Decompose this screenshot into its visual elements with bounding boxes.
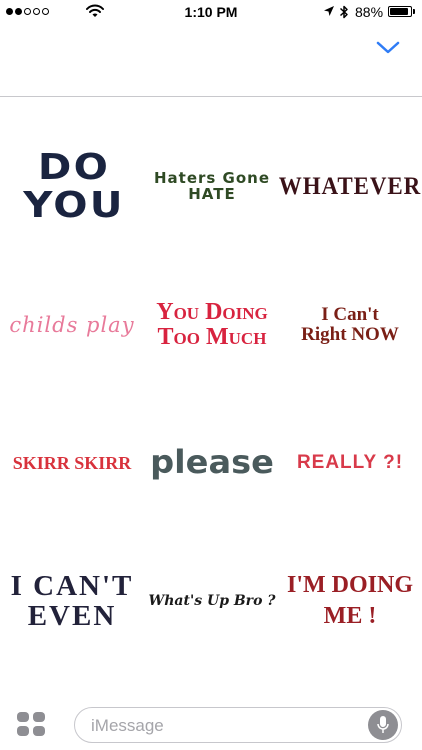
battery-icon	[388, 6, 412, 17]
battery-cap	[413, 9, 415, 14]
sticker-im-doing-me[interactable]: I'M DOING ME !	[280, 551, 420, 651]
microphone-icon	[377, 716, 389, 733]
sticker-i-cant-even[interactable]: I CAN'T EVEN	[2, 551, 142, 651]
sticker-grid: DO YOU Haters Gone HATE WHATEVER childs …	[0, 120, 422, 675]
header-divider	[0, 96, 422, 97]
sticker-childs-play[interactable]: childs play	[2, 275, 142, 375]
bluetooth-icon	[339, 5, 348, 19]
imessage-sticker-screen: 1:10 PM 88% DO YOU Haters Gone HATE WHAT…	[0, 0, 422, 750]
microphone-button[interactable]	[368, 710, 398, 740]
sticker-whatever[interactable]: WHATEVER	[279, 137, 420, 237]
sticker-skirr-skirr[interactable]: SKIRR SKIRR	[2, 413, 142, 513]
sticker-you-doing-too-much[interactable]: You Doing Too Much	[142, 275, 282, 375]
collapse-button[interactable]	[372, 36, 404, 60]
app-drawer-icon	[17, 712, 29, 722]
message-field[interactable]	[74, 707, 402, 744]
chevron-down-icon	[376, 41, 400, 54]
sticker-do-you[interactable]: DO YOU	[0, 137, 152, 237]
app-drawer-button[interactable]	[17, 712, 47, 738]
compose-bar	[0, 700, 422, 750]
sticker-really[interactable]: REALLY ?!	[280, 413, 420, 513]
battery-percentage: 88%	[355, 4, 384, 20]
sticker-please[interactable]: please	[139, 413, 286, 513]
status-bar: 1:10 PM 88%	[0, 0, 422, 24]
imessage-input[interactable]	[89, 708, 363, 744]
battery-level	[390, 8, 408, 15]
sticker-haters-gone-hate[interactable]: Haters Gone HATE	[142, 137, 282, 237]
sticker-whats-up-bro[interactable]: What's Up Bro ?	[142, 551, 282, 651]
sticker-i-cant-right-now[interactable]: I Can't Right NOW	[280, 275, 420, 375]
location-icon	[324, 6, 334, 16]
